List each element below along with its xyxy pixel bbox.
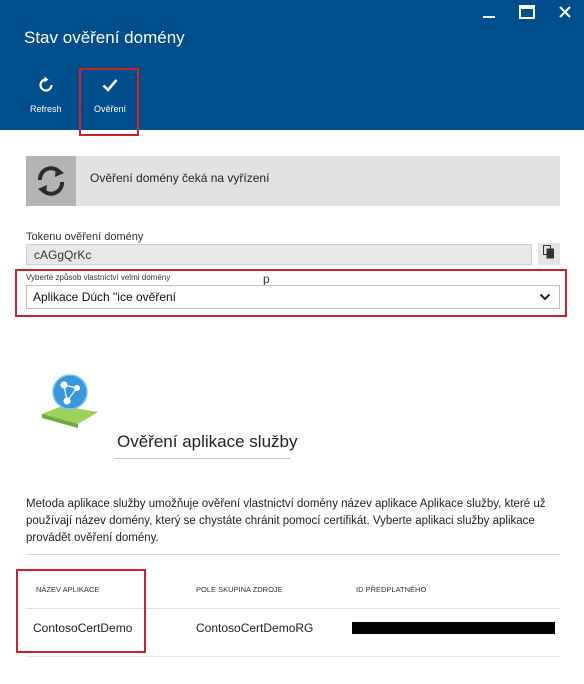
column-header-resource-group: POLE SKUPINA ZDROJE <box>196 585 283 594</box>
copy-button[interactable] <box>538 243 560 265</box>
description-divider <box>26 554 560 555</box>
token-label: Tokenu ověření domény <box>26 231 144 243</box>
subscription-id-redacted <box>352 622 555 634</box>
page-title: Stav ověření domény <box>24 28 185 47</box>
refresh-button[interactable]: Refresh <box>30 76 62 114</box>
method-select[interactable]: Aplikace Dúch "ice ověření <box>26 285 560 309</box>
resource-group-cell: ContosoCertDemoRG <box>196 621 314 635</box>
app-name-highlight <box>16 569 146 653</box>
minimize-icon[interactable] <box>480 4 498 20</box>
maximize-icon[interactable] <box>518 4 536 20</box>
close-icon[interactable] <box>556 4 574 20</box>
section-description: Metoda aplikace služby umožňuje ověření … <box>26 498 546 544</box>
status-text: Ověření domény čeká na vyřízení <box>90 171 270 185</box>
refresh-icon <box>37 76 55 99</box>
window-controls <box>480 4 574 20</box>
verify-highlight <box>79 68 139 136</box>
copy-icon <box>543 244 555 264</box>
section-title: Ověření aplikace služby <box>117 432 298 451</box>
app-service-icon <box>40 368 102 435</box>
section-divider <box>114 458 290 459</box>
method-label: Vyberte způsob vlastnictví velmi domény <box>26 273 171 282</box>
table-bottom-divider <box>26 656 560 657</box>
token-field[interactable]: cAGgQrKc <box>26 244 532 265</box>
refresh-label: Refresh <box>30 104 62 114</box>
column-header-subscription-id: ID PŘEDPLATNÉHO <box>356 585 427 594</box>
method-stray-text: p <box>263 272 270 286</box>
method-selected-value: Aplikace Dúch "ice ověření <box>33 290 176 304</box>
sync-icon <box>26 156 76 206</box>
status-banner: Ověření domény čeká na vyřízení <box>26 156 560 206</box>
chevron-down-icon <box>539 291 551 306</box>
